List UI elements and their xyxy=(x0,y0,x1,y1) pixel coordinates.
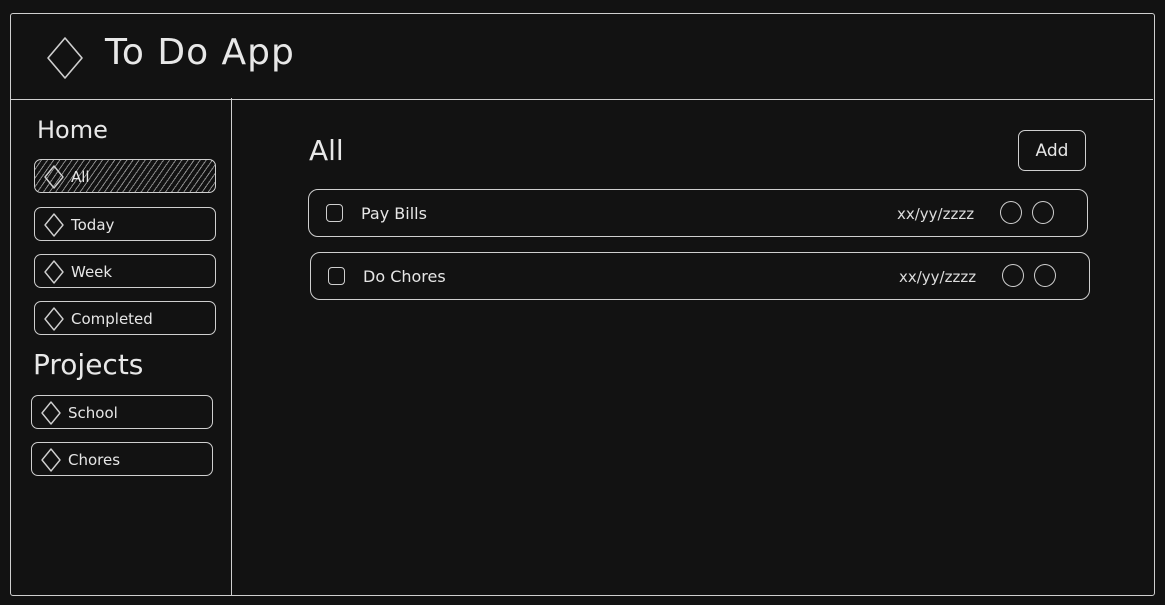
diamond-icon xyxy=(44,165,64,189)
task-checkbox[interactable] xyxy=(326,204,343,222)
sidebar-item-chores[interactable]: Chores xyxy=(31,442,213,476)
sidebar-item-all[interactable]: All xyxy=(34,159,216,193)
diamond-icon xyxy=(47,37,83,79)
sidebar-item-label: All xyxy=(71,168,90,186)
task-row[interactable]: Do Chores xx/yy/zzzz xyxy=(310,252,1090,300)
task-action-button[interactable] xyxy=(1032,201,1054,224)
diamond-icon xyxy=(44,260,64,284)
sidebar-item-label: Completed xyxy=(71,310,153,328)
task-checkbox[interactable] xyxy=(328,267,345,285)
header: To Do App xyxy=(11,14,1153,100)
task-date: xx/yy/zzzz xyxy=(897,205,975,223)
diamond-icon xyxy=(41,401,61,425)
task-date: xx/yy/zzzz xyxy=(899,268,977,286)
sidebar-item-completed[interactable]: Completed xyxy=(34,301,216,335)
task-row[interactable]: Pay Bills xx/yy/zzzz xyxy=(308,189,1088,237)
app-title: To Do App xyxy=(105,32,295,73)
task-title: Do Chores xyxy=(363,267,446,286)
add-task-button[interactable]: Add xyxy=(1018,130,1086,171)
sidebar-item-label: Week xyxy=(71,263,113,281)
task-action-button[interactable] xyxy=(1002,264,1024,287)
sidebar-item-week[interactable]: Week xyxy=(34,254,216,288)
task-action-button[interactable] xyxy=(1000,201,1022,224)
sidebar-item-school[interactable]: School xyxy=(31,395,213,429)
sidebar-item-label: Today xyxy=(71,216,115,234)
page-title: All xyxy=(309,134,344,167)
sidebar-item-today[interactable]: Today xyxy=(34,207,216,241)
home-section-title: Home xyxy=(37,116,108,144)
task-action-button[interactable] xyxy=(1034,264,1056,287)
task-title: Pay Bills xyxy=(361,204,427,223)
app-window: To Do App Home All Today Week Completed … xyxy=(10,13,1155,596)
projects-section-title: Projects xyxy=(33,348,144,381)
sidebar-item-label: Chores xyxy=(68,451,121,469)
diamond-icon xyxy=(41,448,61,472)
sidebar-item-label: School xyxy=(68,404,118,422)
sidebar: Home All Today Week Completed Projects S… xyxy=(11,98,232,595)
diamond-icon xyxy=(44,213,64,237)
diamond-icon xyxy=(44,307,64,331)
